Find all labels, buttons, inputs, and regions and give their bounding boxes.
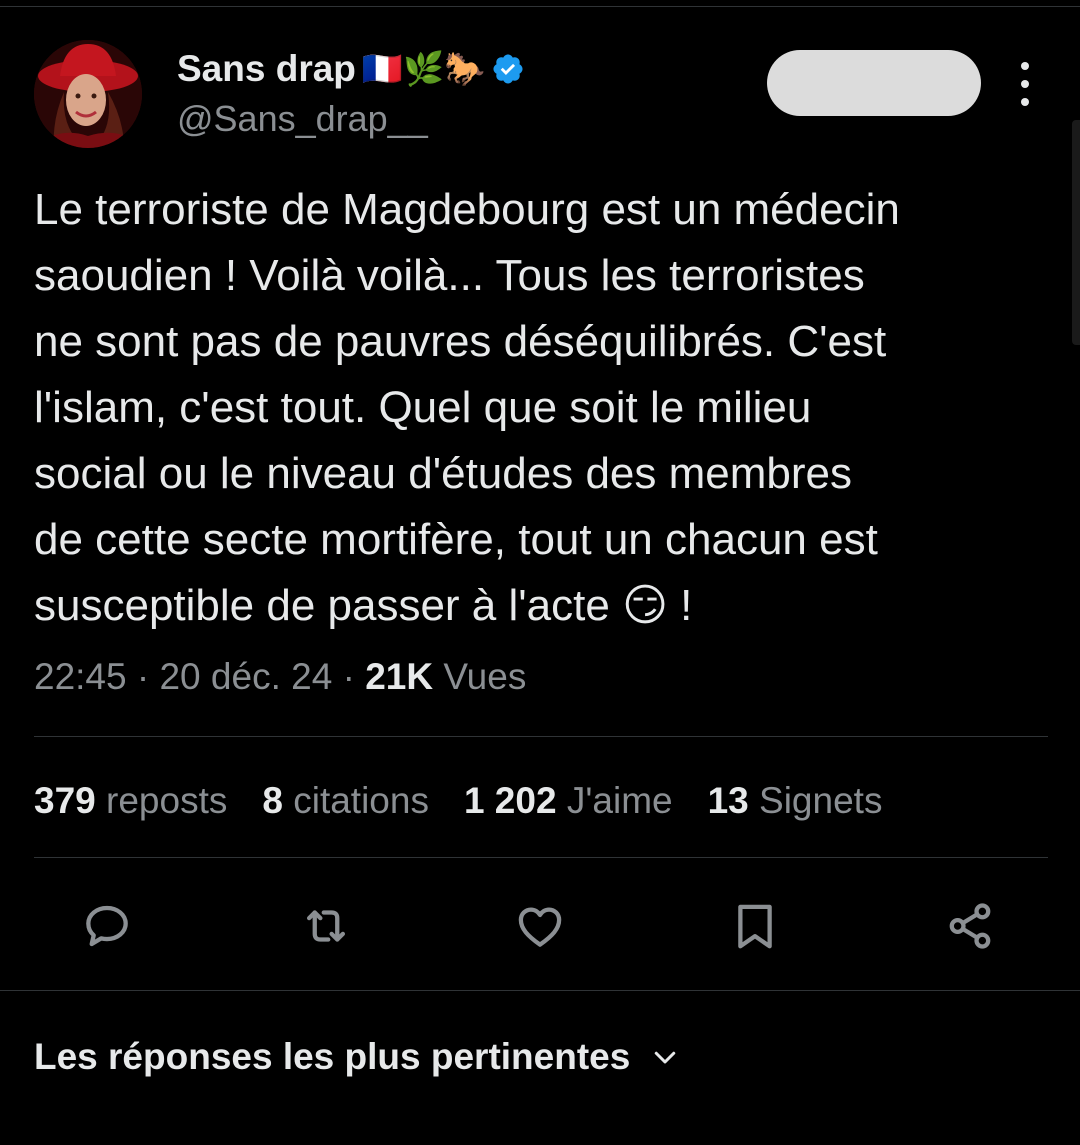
top-divider (0, 6, 1080, 7)
likes-count: 1 202 (463, 780, 557, 821)
quotes-count: 8 (262, 780, 283, 821)
stats-top-divider (34, 736, 1048, 737)
reposts-label: reposts (106, 780, 228, 821)
bookmarks-stat[interactable]: 13 Signets (708, 780, 883, 822)
bookmark-icon[interactable] (725, 896, 785, 956)
meta-separator-2: · (332, 656, 366, 697)
actions-top-divider (34, 857, 1048, 858)
share-icon[interactable] (940, 896, 1000, 956)
repost-icon[interactable] (296, 896, 356, 956)
author-name-emojis: 🇫🇷🌿🐎 (361, 49, 486, 88)
reposts-stat[interactable]: 379 reposts (34, 780, 227, 822)
replies-sort-label: Les réponses les plus pertinentes (34, 1036, 631, 1077)
tweet-text: Le terroriste de Magdebourg est un médec… (34, 185, 900, 630)
chevron-down-icon (655, 1051, 676, 1064)
engagement-stats: 379 reposts 8 citations 1 202 J'aime 13 … (34, 780, 917, 822)
views-label: Vues (433, 656, 527, 697)
bookmarks-label: Signets (759, 780, 883, 821)
tweet-meta: 22:45 · 20 déc. 24 · 21K Vues (34, 656, 526, 698)
like-icon[interactable] (510, 896, 570, 956)
tweet-time[interactable]: 22:45 (34, 656, 127, 697)
author-avatar[interactable] (34, 40, 142, 148)
likes-label: J'aime (566, 780, 673, 821)
tweet-date[interactable]: 20 déc. 24 (159, 656, 332, 697)
author-name-text: Sans drap (177, 48, 356, 89)
reply-icon[interactable] (77, 896, 137, 956)
quotes-label: citations (293, 780, 429, 821)
reposts-count: 379 (34, 780, 96, 821)
likes-stat[interactable]: 1 202 J'aime (464, 780, 673, 822)
author-display-name[interactable]: Sans drap 🇫🇷🌿🐎 (177, 48, 525, 90)
more-vertical-icon[interactable] (1008, 62, 1042, 106)
meta-separator: · (126, 656, 160, 697)
scroll-indicator (1072, 120, 1080, 345)
author-handle[interactable]: @Sans_drap__ (177, 98, 428, 140)
verified-badge-icon (493, 54, 523, 84)
actions-bottom-divider (0, 990, 1080, 991)
follow-button[interactable]: Suivre (767, 50, 981, 116)
replies-sort-dropdown[interactable]: Les réponses les plus pertinentes (34, 1036, 680, 1078)
bookmarks-count: 13 (707, 780, 749, 821)
tweet-actions (0, 896, 1080, 956)
views-count: 21K (365, 656, 434, 697)
quotes-stat[interactable]: 8 citations (262, 780, 429, 822)
